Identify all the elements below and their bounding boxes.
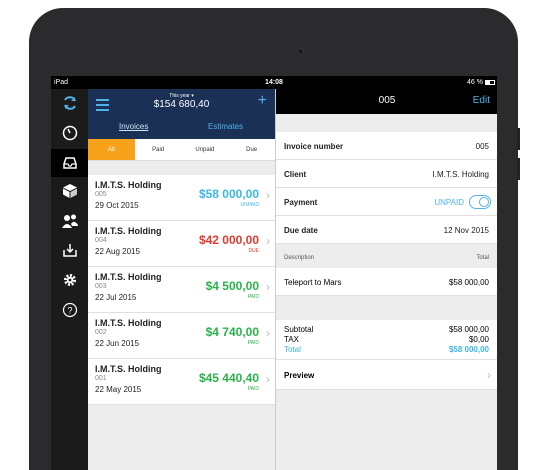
chevron-right-icon: › [266, 372, 270, 386]
inbox-icon[interactable] [51, 149, 88, 177]
invoice-client: I.M.T.S. Holding [95, 318, 162, 328]
users-icon[interactable] [51, 207, 88, 235]
edit-button[interactable]: Edit [473, 95, 490, 106]
invoice-number: 005 [95, 191, 107, 198]
filter-all[interactable]: All [88, 139, 135, 160]
invoice-row[interactable]: I.M.T.S. Holding 001 22 May 2015 $45 440,40… [88, 359, 275, 405]
preview-row[interactable]: Preview › [276, 360, 497, 390]
grand-total-label: Total [284, 345, 301, 354]
sync-icon[interactable] [51, 89, 88, 117]
detail-title: 005 [378, 95, 396, 106]
invoice-number-label: Invoice number [284, 142, 344, 151]
invoice-detail-panel: 005 Edit Invoice number 005 Client I.M.T… [275, 89, 497, 470]
chevron-right-icon: › [266, 280, 270, 294]
invoice-amount: $45 440,40 [198, 371, 259, 385]
payment-status: UNPAID [434, 198, 464, 207]
grand-total-value: $58 000,00 [448, 345, 489, 354]
clock: 14:08 [265, 79, 283, 86]
chevron-right-icon: › [266, 234, 270, 248]
invoice-date: 22 Jul 2015 [95, 293, 137, 302]
invoice-amount: $42 000,00 [198, 233, 259, 247]
subtotal-value: $58 000,00 [448, 325, 489, 334]
invoice-date: 22 May 2015 [95, 385, 142, 394]
invoice-row[interactable]: I.M.T.S. Holding 002 22 Jun 2015 $4 740,00 P… [88, 313, 275, 359]
line-items-header: Description Total [276, 244, 497, 268]
invoice-amount: $58 000,00 [198, 187, 259, 201]
invoice-list-panel: This year ▾ $154 680,40 + Invoices Estim… [88, 89, 275, 470]
status-bar: iPad 14:08 46 % [51, 76, 497, 89]
volume-button [517, 158, 520, 180]
client-value: I.M.T.S. Holding [432, 170, 489, 179]
invoice-number-row[interactable]: Invoice number 005 [276, 132, 497, 160]
tab-estimates[interactable]: Estimates [208, 122, 243, 131]
invoice-number: 002 [95, 329, 107, 336]
invoice-status: UNPAID [240, 202, 259, 208]
invoice-number: 004 [95, 237, 107, 244]
speedometer-icon[interactable] [51, 119, 88, 147]
invoice-date: 22 Jun 2015 [95, 339, 140, 348]
box-icon[interactable] [51, 177, 88, 205]
total-header: Total [476, 255, 489, 261]
invoice-row[interactable]: I.M.T.S. Holding 003 22 Jul 2015 $4 500,00 P… [88, 267, 275, 313]
list-header: This year ▾ $154 680,40 + Invoices Estim… [88, 89, 275, 139]
invoice-row[interactable]: I.M.T.S. Holding 005 29 Oct 2015 $58 000,00… [88, 175, 275, 221]
chevron-right-icon: › [266, 326, 270, 340]
screen: iPad 14:08 46 % ? This year ▾ $154 680,4… [51, 76, 497, 470]
invoice-date: 29 Oct 2015 [95, 201, 139, 210]
chevron-right-icon: › [487, 368, 491, 382]
filter-unpaid[interactable]: Unpaid [182, 139, 229, 160]
due-date-label: Due date [284, 226, 318, 235]
invoice-client: I.M.T.S. Holding [95, 272, 162, 282]
invoice-amount: $4 740,00 [205, 325, 259, 339]
payment-row: Payment UNPAID [276, 188, 497, 216]
gear-icon[interactable] [51, 266, 88, 294]
line-item-total: $58 000,00 [448, 278, 489, 287]
payment-label: Payment [284, 198, 318, 207]
invoice-client: I.M.T.S. Holding [95, 364, 162, 374]
volume-button [517, 128, 520, 150]
invoice-date: 22 Aug 2015 [95, 247, 140, 256]
due-date-row[interactable]: Due date 12 Nov 2015 [276, 216, 497, 244]
invoice-number: 001 [95, 375, 107, 382]
sidebar: ? [51, 89, 88, 470]
invoice-client: I.M.T.S. Holding [95, 226, 162, 236]
preview-label: Preview [284, 371, 315, 380]
client-label: Client [284, 170, 307, 179]
detail-header: 005 Edit [276, 89, 497, 114]
status-filter: All Paid Unpaid Due [88, 139, 275, 161]
chevron-right-icon: › [266, 188, 270, 202]
battery-icon [485, 80, 495, 85]
totals-block: Subtotal $58 000,00 TAX $0,00 Total $58 … [276, 320, 497, 360]
invoice-row[interactable]: I.M.T.S. Holding 004 22 Aug 2015 $42 000,00… [88, 221, 275, 267]
invoice-amount: $4 500,00 [205, 279, 259, 293]
line-item-row[interactable]: Teleport to Mars $58 000,00 [276, 268, 497, 296]
subtotal-label: Subtotal [284, 325, 314, 334]
due-date-value: 12 Nov 2015 [443, 226, 489, 235]
payment-toggle[interactable] [469, 195, 491, 209]
invoice-client: I.M.T.S. Holding [95, 180, 162, 190]
filter-due[interactable]: Due [228, 139, 275, 160]
svg-text:?: ? [67, 306, 72, 316]
download-tray-icon[interactable] [51, 236, 88, 264]
client-row[interactable]: Client I.M.T.S. Holding [276, 160, 497, 188]
tax-label: TAX [284, 335, 299, 344]
tab-invoices[interactable]: Invoices [119, 122, 148, 131]
period-total: $154 680,40 [153, 99, 210, 110]
invoice-status: PAID [247, 294, 259, 300]
line-item-description: Teleport to Mars [284, 278, 342, 287]
add-invoice-button[interactable]: + [258, 92, 267, 110]
battery-percent: 46 % [467, 79, 483, 86]
camera [297, 48, 304, 55]
invoice-status: PAID [247, 386, 259, 392]
invoice-status: DUE [248, 248, 259, 254]
tax-value: $0,00 [468, 335, 489, 344]
help-icon[interactable]: ? [51, 296, 88, 324]
invoice-status: PAID [247, 340, 259, 346]
invoice-number: 003 [95, 283, 107, 290]
invoice-number-value: 005 [475, 142, 489, 151]
description-header: Description [284, 255, 315, 261]
filter-paid[interactable]: Paid [135, 139, 182, 160]
